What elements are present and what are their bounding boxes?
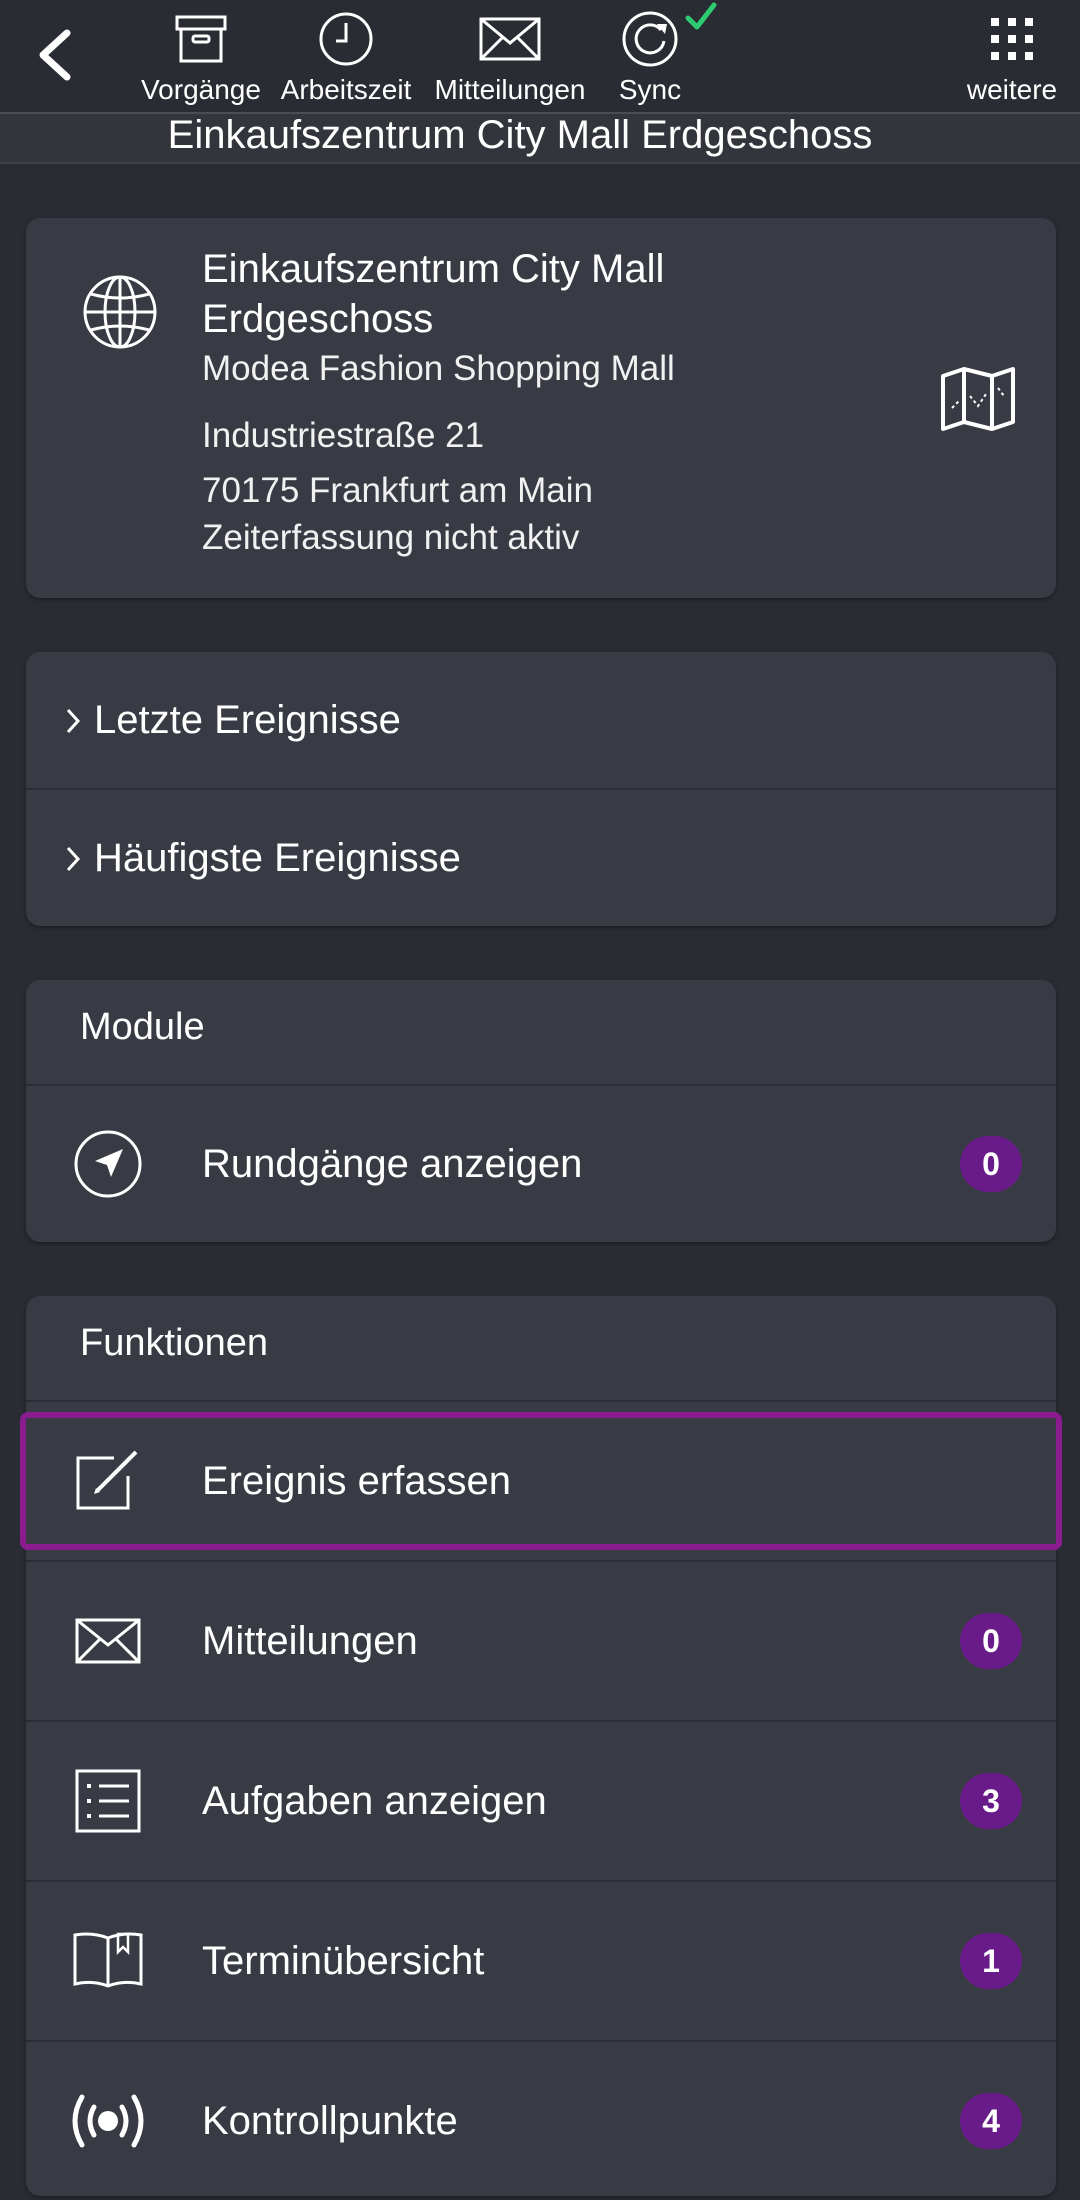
toolbar-arbeitszeit[interactable]: Arbeitszeit — [276, 8, 416, 108]
section-title-modules: Module — [80, 1006, 205, 1048]
toolbar-sync[interactable]: Sync — [610, 2, 717, 108]
toolbar-vorgaenge[interactable]: Vorgänge — [138, 8, 264, 108]
chevron-right-icon — [66, 708, 81, 733]
mail-icon — [479, 17, 541, 61]
function-item-mitteilungen[interactable]: Mitteilungen 0 — [26, 1562, 1056, 1720]
count-badge: 0 — [960, 1613, 1022, 1669]
module-item-label: Rundgänge anzeigen — [202, 1141, 583, 1186]
function-item-label: Aufgaben anzeigen — [202, 1778, 547, 1823]
location-card: Einkaufszentrum City Mall Erdgeschoss Mo… — [26, 218, 1056, 598]
map-button[interactable] — [940, 366, 1016, 437]
archive-icon — [175, 15, 227, 63]
grid-menu-icon — [991, 18, 1033, 60]
count-badge: 1 — [960, 1933, 1022, 1989]
sync-icon — [622, 11, 678, 67]
location-street: Industriestraße 21 — [202, 416, 485, 455]
recent-events-label: Letzte Ereignisse — [94, 698, 401, 742]
count-badge: 4 — [960, 2093, 1022, 2149]
function-item-label: Mitteilungen — [202, 1618, 418, 1663]
clock-icon — [319, 12, 373, 66]
toolbar-label: Sync — [618, 74, 682, 105]
function-item-ereignis-erfassen[interactable]: Ereignis erfassen — [20, 1412, 1062, 1550]
function-item-label: Kontrollpunkte — [202, 2098, 458, 2143]
list-icon — [75, 1769, 141, 1833]
location-name: Einkaufszentrum City Mall — [202, 247, 665, 291]
frequent-events-toggle[interactable]: Häufigste Ereignisse — [26, 790, 1056, 927]
module-item-rundgaenge[interactable]: Rundgänge anzeigen 0 — [26, 1086, 1056, 1242]
navigation-arrow-icon — [74, 1130, 142, 1198]
time-tracking-status: Zeiterfassung nicht aktiv — [202, 518, 580, 557]
nfc-signal-icon — [72, 2094, 144, 2148]
function-item-kontrollpunkte[interactable]: Kontrollpunkte 4 — [26, 2042, 1056, 2200]
count-badge: 3 — [960, 1773, 1022, 1829]
function-item-label: Terminübersicht — [202, 1938, 485, 1983]
check-icon — [685, 2, 717, 30]
toolbar-mitteilungen[interactable]: Mitteilungen — [430, 8, 590, 108]
modules-card: Module Rundgänge anzeigen 0 — [26, 980, 1056, 1242]
globe-icon — [83, 275, 157, 349]
top-toolbar: Vorgänge Arbeitszeit Mitteilungen Sync w… — [0, 0, 1080, 114]
events-card: Letzte Ereignisse Häufigste Ereignisse — [26, 652, 1056, 926]
frequent-events-label: Häufigste Ereignisse — [94, 836, 461, 880]
page-title-bar: Einkaufszentrum City Mall Erdgeschoss — [0, 113, 1080, 164]
page-title: Einkaufszentrum City Mall Erdgeschoss — [167, 113, 873, 157]
chevron-right-icon — [66, 846, 81, 871]
function-item-label: Ereignis erfassen — [202, 1458, 512, 1503]
divider — [26, 1400, 1056, 1402]
function-item-terminuebersicht[interactable]: Terminübersicht 1 — [26, 1882, 1056, 2040]
functions-card: Funktionen Ereignis erfassen Mitteilunge… — [20, 1296, 1062, 2196]
back-button[interactable] — [22, 20, 88, 90]
section-title-functions: Funktionen — [80, 1322, 269, 1364]
mail-icon — [75, 1618, 141, 1664]
toolbar-label: Vorgänge — [141, 74, 261, 105]
edit-note-icon — [76, 1450, 138, 1510]
chevron-left-icon — [39, 29, 71, 81]
location-city: 70175 Frankfurt am Main — [202, 471, 594, 510]
toolbar-weitere[interactable]: weitere — [958, 8, 1066, 108]
book-bookmark-icon — [73, 1932, 143, 1988]
location-name-line2: Erdgeschoss — [202, 297, 434, 341]
count-badge: 0 — [960, 1136, 1022, 1192]
toolbar-label: Mitteilungen — [434, 74, 586, 105]
toolbar-label: weitere — [966, 74, 1058, 105]
map-icon — [941, 367, 1015, 431]
location-customer: Modea Fashion Shopping Mall — [202, 349, 675, 388]
recent-events-toggle[interactable]: Letzte Ereignisse — [26, 652, 1056, 789]
function-item-aufgaben[interactable]: Aufgaben anzeigen 3 — [26, 1722, 1056, 1880]
toolbar-label: Arbeitszeit — [280, 74, 412, 105]
